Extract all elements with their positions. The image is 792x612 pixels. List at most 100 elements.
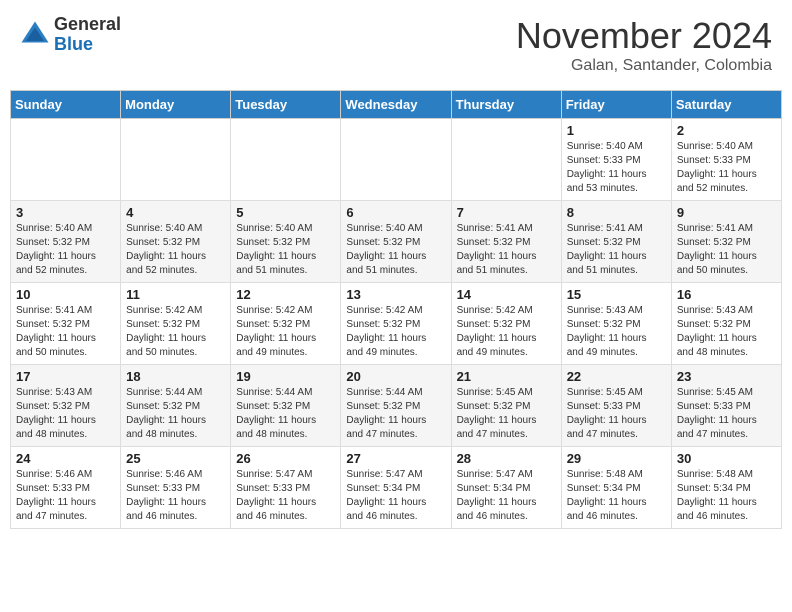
calendar-week-row: 3 Sunrise: 5:40 AM Sunset: 5:32 PM Daylig… (11, 201, 782, 283)
calendar-cell: 17 Sunrise: 5:43 AM Sunset: 5:32 PM Dayli… (11, 365, 121, 447)
day-info: Sunrise: 5:43 AM Sunset: 5:32 PM Dayligh… (677, 304, 776, 360)
day-info: Sunrise: 5:43 AM Sunset: 5:32 PM Dayligh… (567, 304, 666, 360)
day-number: 26 (236, 451, 335, 466)
calendar-cell: 22 Sunrise: 5:45 AM Sunset: 5:33 PM Dayli… (561, 365, 671, 447)
calendar-cell: 1Sunrise: 5:40 AM Sunset: 5:33 PM Daylig… (561, 119, 671, 201)
day-number: 10 (16, 287, 115, 302)
calendar-cell: 6Sunrise: 5:40 AM Sunset: 5:32 PM Daylig… (341, 201, 451, 283)
day-number: 16 (677, 287, 776, 302)
day-info: Sunrise: 5:44 AM Sunset: 5:32 PM Dayligh… (346, 386, 445, 442)
day-info: Sunrise: 5:45 AM Sunset: 5:33 PM Dayligh… (677, 386, 776, 442)
calendar-week-row: 10 Sunrise: 5:41 AM Sunset: 5:32 PM Dayli… (11, 283, 782, 365)
day-number: 14 (457, 287, 556, 302)
day-number: 6 (346, 205, 445, 220)
calendar-cell (341, 119, 451, 201)
day-number: 12 (236, 287, 335, 302)
calendar-cell: 12 Sunrise: 5:42 AM Sunset: 5:32 PM Dayli… (231, 283, 341, 365)
calendar-cell: 4 Sunrise: 5:40 AM Sunset: 5:32 PM Daylig… (121, 201, 231, 283)
calendar-cell: 18 Sunrise: 5:44 AM Sunset: 5:32 PM Dayli… (121, 365, 231, 447)
calendar-week-row: 17 Sunrise: 5:43 AM Sunset: 5:32 PM Dayli… (11, 365, 782, 447)
calendar-table: SundayMondayTuesdayWednesdayThursdayFrid… (10, 90, 782, 529)
calendar-header-row: SundayMondayTuesdayWednesdayThursdayFrid… (11, 91, 782, 119)
day-number: 4 (126, 205, 225, 220)
day-info: Sunrise: 5:41 AM Sunset: 5:32 PM Dayligh… (567, 222, 666, 278)
day-number: 27 (346, 451, 445, 466)
day-info: Sunrise: 5:41 AM Sunset: 5:32 PM Dayligh… (16, 304, 115, 360)
day-info: Sunrise: 5:45 AM Sunset: 5:32 PM Dayligh… (457, 386, 556, 442)
day-info: Sunrise: 5:42 AM Sunset: 5:32 PM Dayligh… (457, 304, 556, 360)
day-header-sunday: Sunday (11, 91, 121, 119)
day-number: 22 (567, 369, 666, 384)
calendar-cell: 25 Sunrise: 5:46 AM Sunset: 5:33 PM Dayli… (121, 447, 231, 529)
day-number: 20 (346, 369, 445, 384)
day-number: 17 (16, 369, 115, 384)
logo-general: General (54, 15, 121, 35)
day-number: 11 (126, 287, 225, 302)
logo-text: General Blue (54, 15, 121, 55)
location: Galan, Santander, Colombia (516, 57, 772, 75)
day-number: 8 (567, 205, 666, 220)
calendar-cell: 13Sunrise: 5:42 AM Sunset: 5:32 PM Dayli… (341, 283, 451, 365)
calendar-cell: 14 Sunrise: 5:42 AM Sunset: 5:32 PM Dayli… (451, 283, 561, 365)
day-number: 5 (236, 205, 335, 220)
day-info: Sunrise: 5:45 AM Sunset: 5:33 PM Dayligh… (567, 386, 666, 442)
day-info: Sunrise: 5:42 AM Sunset: 5:32 PM Dayligh… (236, 304, 335, 360)
calendar-cell: 30 Sunrise: 5:48 AM Sunset: 5:34 PM Dayli… (671, 447, 781, 529)
day-info: Sunrise: 5:47 AM Sunset: 5:34 PM Dayligh… (346, 468, 445, 524)
month-title: November 2024 (516, 15, 772, 57)
logo-icon (20, 20, 50, 50)
day-number: 25 (126, 451, 225, 466)
calendar-cell (11, 119, 121, 201)
day-number: 30 (677, 451, 776, 466)
calendar-cell: 2Sunrise: 5:40 AM Sunset: 5:33 PM Daylig… (671, 119, 781, 201)
calendar-cell: 7 Sunrise: 5:41 AM Sunset: 5:32 PM Daylig… (451, 201, 561, 283)
day-info: Sunrise: 5:40 AM Sunset: 5:32 PM Dayligh… (126, 222, 225, 278)
day-info: Sunrise: 5:41 AM Sunset: 5:32 PM Dayligh… (677, 222, 776, 278)
calendar-week-row: 24Sunrise: 5:46 AM Sunset: 5:33 PM Dayli… (11, 447, 782, 529)
calendar-week-row: 1Sunrise: 5:40 AM Sunset: 5:33 PM Daylig… (11, 119, 782, 201)
day-header-saturday: Saturday (671, 91, 781, 119)
day-info: Sunrise: 5:43 AM Sunset: 5:32 PM Dayligh… (16, 386, 115, 442)
calendar-cell: 16 Sunrise: 5:43 AM Sunset: 5:32 PM Dayli… (671, 283, 781, 365)
title-block: November 2024 Galan, Santander, Colombia (516, 15, 772, 75)
logo-blue: Blue (54, 35, 121, 55)
day-info: Sunrise: 5:41 AM Sunset: 5:32 PM Dayligh… (457, 222, 556, 278)
day-info: Sunrise: 5:46 AM Sunset: 5:33 PM Dayligh… (16, 468, 115, 524)
calendar-cell (121, 119, 231, 201)
day-number: 29 (567, 451, 666, 466)
calendar-cell: 11 Sunrise: 5:42 AM Sunset: 5:32 PM Dayli… (121, 283, 231, 365)
page-header: General Blue November 2024 Galan, Santan… (10, 10, 782, 80)
calendar-cell (231, 119, 341, 201)
calendar-cell: 24Sunrise: 5:46 AM Sunset: 5:33 PM Dayli… (11, 447, 121, 529)
day-info: Sunrise: 5:47 AM Sunset: 5:34 PM Dayligh… (457, 468, 556, 524)
calendar-cell: 19Sunrise: 5:44 AM Sunset: 5:32 PM Dayli… (231, 365, 341, 447)
calendar-cell: 15 Sunrise: 5:43 AM Sunset: 5:32 PM Dayli… (561, 283, 671, 365)
day-header-wednesday: Wednesday (341, 91, 451, 119)
calendar-cell: 28 Sunrise: 5:47 AM Sunset: 5:34 PM Dayli… (451, 447, 561, 529)
day-number: 15 (567, 287, 666, 302)
day-number: 13 (346, 287, 445, 302)
day-info: Sunrise: 5:40 AM Sunset: 5:32 PM Dayligh… (16, 222, 115, 278)
calendar-cell: 29 Sunrise: 5:48 AM Sunset: 5:34 PM Dayli… (561, 447, 671, 529)
day-number: 3 (16, 205, 115, 220)
day-header-thursday: Thursday (451, 91, 561, 119)
day-info: Sunrise: 5:44 AM Sunset: 5:32 PM Dayligh… (126, 386, 225, 442)
day-info: Sunrise: 5:42 AM Sunset: 5:32 PM Dayligh… (126, 304, 225, 360)
calendar-cell: 21Sunrise: 5:45 AM Sunset: 5:32 PM Dayli… (451, 365, 561, 447)
day-info: Sunrise: 5:46 AM Sunset: 5:33 PM Dayligh… (126, 468, 225, 524)
day-number: 28 (457, 451, 556, 466)
day-number: 18 (126, 369, 225, 384)
calendar-cell: 27 Sunrise: 5:47 AM Sunset: 5:34 PM Dayli… (341, 447, 451, 529)
day-info: Sunrise: 5:48 AM Sunset: 5:34 PM Dayligh… (677, 468, 776, 524)
calendar-cell: 5 Sunrise: 5:40 AM Sunset: 5:32 PM Daylig… (231, 201, 341, 283)
day-info: Sunrise: 5:48 AM Sunset: 5:34 PM Dayligh… (567, 468, 666, 524)
day-number: 7 (457, 205, 556, 220)
calendar-cell: 23Sunrise: 5:45 AM Sunset: 5:33 PM Dayli… (671, 365, 781, 447)
calendar-cell (451, 119, 561, 201)
calendar-cell: 26 Sunrise: 5:47 AM Sunset: 5:33 PM Dayli… (231, 447, 341, 529)
calendar-cell: 20 Sunrise: 5:44 AM Sunset: 5:32 PM Dayli… (341, 365, 451, 447)
day-info: Sunrise: 5:40 AM Sunset: 5:32 PM Dayligh… (236, 222, 335, 278)
day-header-monday: Monday (121, 91, 231, 119)
day-number: 9 (677, 205, 776, 220)
day-info: Sunrise: 5:47 AM Sunset: 5:33 PM Dayligh… (236, 468, 335, 524)
